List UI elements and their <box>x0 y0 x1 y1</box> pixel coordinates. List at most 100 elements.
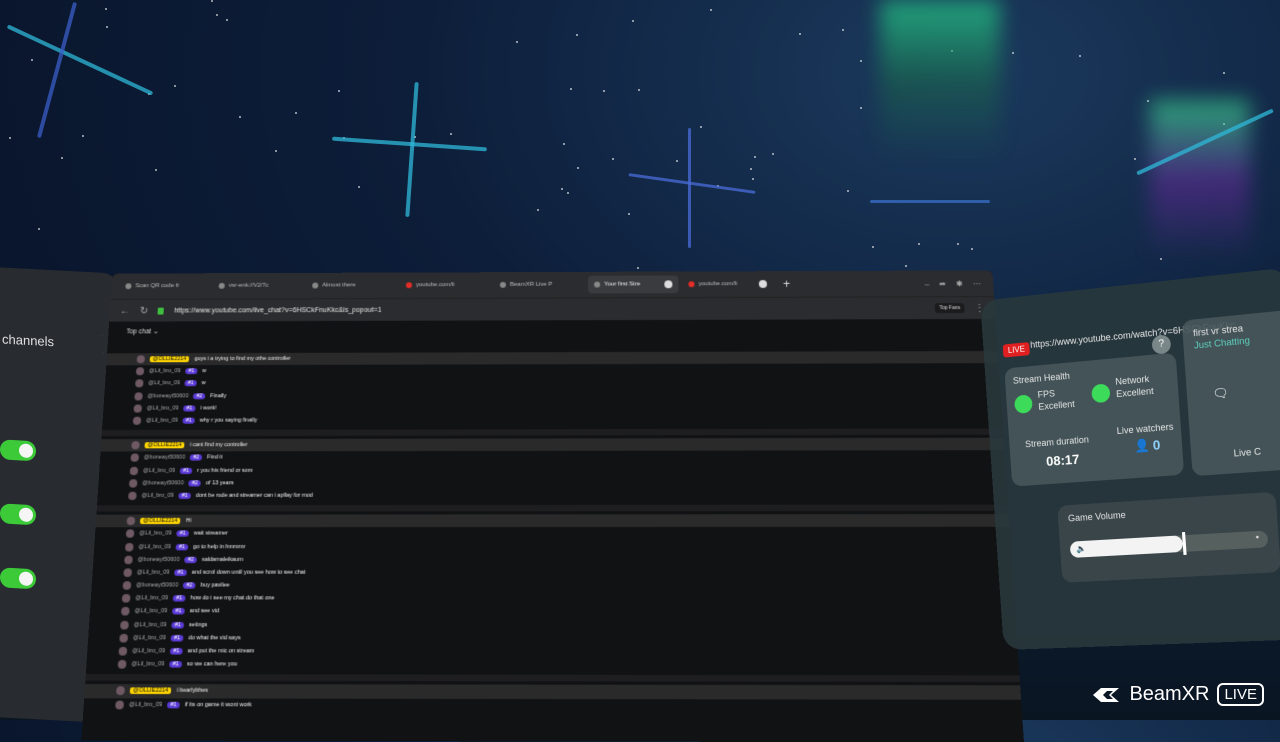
close-icon[interactable] <box>664 280 673 289</box>
game-volume-label: Game Volume <box>1067 509 1127 524</box>
game-volume-slider[interactable]: 🔈 • <box>1069 530 1269 558</box>
avatar[interactable] <box>124 542 134 551</box>
minimize-icon[interactable]: – <box>924 279 929 288</box>
reload-icon[interactable]: ↻ <box>139 305 148 316</box>
chat-author[interactable]: @Lil_bro_09 <box>131 661 164 668</box>
chat-author[interactable]: @Lil_bro_09 <box>139 531 172 537</box>
avatar[interactable] <box>121 594 131 603</box>
network-value: Excellent <box>1115 385 1155 400</box>
chat-author[interactable]: @OLLIE2214 <box>144 442 185 449</box>
fan-rank-badge: #1 <box>170 634 184 642</box>
avatar[interactable] <box>128 479 138 488</box>
avatar[interactable] <box>115 686 125 696</box>
url-field[interactable]: https://www.youtube.com/live_chat?v=6HSC… <box>174 306 382 314</box>
chat-author[interactable]: @Lil_bro_09 <box>149 368 181 374</box>
chat-author[interactable]: @boneayt50600 <box>138 556 180 562</box>
avatar[interactable] <box>115 700 125 709</box>
tab-label: BeamXR Live P <box>509 281 553 288</box>
chat-text: i work! <box>200 405 217 412</box>
avatar[interactable] <box>126 516 136 526</box>
address-bar: ← ↻ https://www.youtube.com/live_chat?v=… <box>109 296 996 322</box>
chat-author[interactable]: @Lil_bro_09 <box>134 608 167 614</box>
chat-author[interactable]: @Lil_bro_09 <box>141 493 173 499</box>
chat-author[interactable]: @Lil_bro_09 <box>137 569 170 575</box>
chat-author[interactable]: @Lil_bro_09 <box>134 622 167 629</box>
star <box>859 106 862 109</box>
chat-author[interactable]: @Lil_bro_09 <box>146 418 178 424</box>
avatar[interactable] <box>131 441 140 450</box>
star <box>60 156 63 159</box>
game-volume-card: Game Volume 🔈 • <box>1057 491 1280 583</box>
avatar[interactable] <box>129 466 139 475</box>
chat-author[interactable]: @OLLIE2214 <box>129 687 172 695</box>
channel-toggle[interactable] <box>0 439 36 462</box>
avatar[interactable] <box>135 367 145 376</box>
chat-author[interactable]: @Lil_bro_09 <box>147 405 179 411</box>
avatar[interactable] <box>133 404 143 413</box>
volume-handle[interactable] <box>1182 531 1187 555</box>
chat-author[interactable]: @boneayt50600 <box>142 480 184 486</box>
avatar[interactable] <box>136 355 146 364</box>
extensions-icon[interactable]: ✱ <box>956 279 963 288</box>
chat-author[interactable]: @Lil_bro_09 <box>132 648 165 655</box>
browser-tab[interactable]: Almost there <box>306 276 396 294</box>
avatar[interactable] <box>120 620 129 630</box>
close-icon[interactable] <box>758 280 768 288</box>
chat-author[interactable]: @Lil_bro_09 <box>143 467 175 473</box>
avatar[interactable] <box>134 392 143 401</box>
toggle-knob <box>19 443 33 459</box>
channel-toggle[interactable] <box>0 503 36 526</box>
top-fans-button[interactable]: Top Fans <box>935 303 965 314</box>
chat-author[interactable]: @OLLIE2214 <box>139 517 181 525</box>
window-controls: – ➦ ✱ ⋯ <box>924 279 993 288</box>
duration-value: 08:17 <box>1045 451 1080 470</box>
share-icon[interactable]: ➦ <box>939 279 946 288</box>
chat-text: w <box>202 368 207 375</box>
browser-tab[interactable]: vsr-enk://V2/7c <box>212 277 302 295</box>
chat-author[interactable]: @Lil_bro_09 <box>138 544 171 550</box>
cross-shape <box>688 128 691 248</box>
chat-author[interactable]: @boneayt50600 <box>136 582 178 588</box>
star <box>676 160 679 163</box>
avatar[interactable] <box>118 646 128 656</box>
chat-author[interactable]: @Lil_bro_09 <box>133 635 166 642</box>
browser-tab[interactable]: Scan QR code fr <box>119 277 209 295</box>
browser-tab[interactable]: Your first Stre <box>588 275 679 294</box>
help-button[interactable]: ? <box>1151 334 1172 355</box>
avatar[interactable] <box>128 491 137 501</box>
avatar[interactable] <box>123 568 133 577</box>
avatar[interactable] <box>122 581 132 590</box>
chat-author[interactable]: @boneayt50600 <box>144 455 186 461</box>
back-icon[interactable]: ← <box>120 305 131 316</box>
chat-message: @Lil_bro_09 #1 how do i see my chat do tha… <box>90 592 1014 605</box>
avatar[interactable] <box>130 453 140 463</box>
chat-text: Finally <box>210 392 227 399</box>
chat-author[interactable]: @boneayt50600 <box>147 393 188 399</box>
star <box>294 112 297 115</box>
menu-icon[interactable]: ⋯ <box>973 279 982 288</box>
avatar[interactable] <box>117 660 127 669</box>
chat-author[interactable]: @Lil_bro_09 <box>129 701 162 708</box>
channel-toggle[interactable] <box>0 567 36 590</box>
chat-message: @OLLIE2214 Hi <box>95 514 1010 528</box>
avatar[interactable] <box>132 416 142 425</box>
new-tab-button[interactable]: + <box>783 277 791 291</box>
browser-tab[interactable]: youtube.com/li <box>400 276 490 294</box>
chat-message: @Lil_bro_09 #1 r you his friend or som <box>99 463 1006 477</box>
fan-rank-badge: #1 <box>184 380 197 387</box>
star <box>576 34 579 37</box>
chat-author[interactable]: @Lil_bro_09 <box>135 595 168 601</box>
browser-tab[interactable]: youtube.com/li <box>682 275 773 293</box>
chat-author[interactable]: @Lil_bro_09 <box>148 381 180 387</box>
avatar[interactable] <box>124 555 133 564</box>
avatar[interactable] <box>135 379 144 388</box>
fan-rank-badge: #2 <box>183 582 196 589</box>
chat-icon[interactable]: 🗨 <box>1212 385 1229 401</box>
star <box>860 60 863 63</box>
avatar[interactable] <box>120 607 130 617</box>
chat-filter-dropdown[interactable]: Top chat ⌄ <box>108 319 997 342</box>
browser-tab[interactable]: BeamXR Live P <box>494 276 584 294</box>
chat-author[interactable]: @OLLIE2214 <box>149 356 190 363</box>
avatar[interactable] <box>119 633 129 643</box>
avatar[interactable] <box>125 529 135 539</box>
